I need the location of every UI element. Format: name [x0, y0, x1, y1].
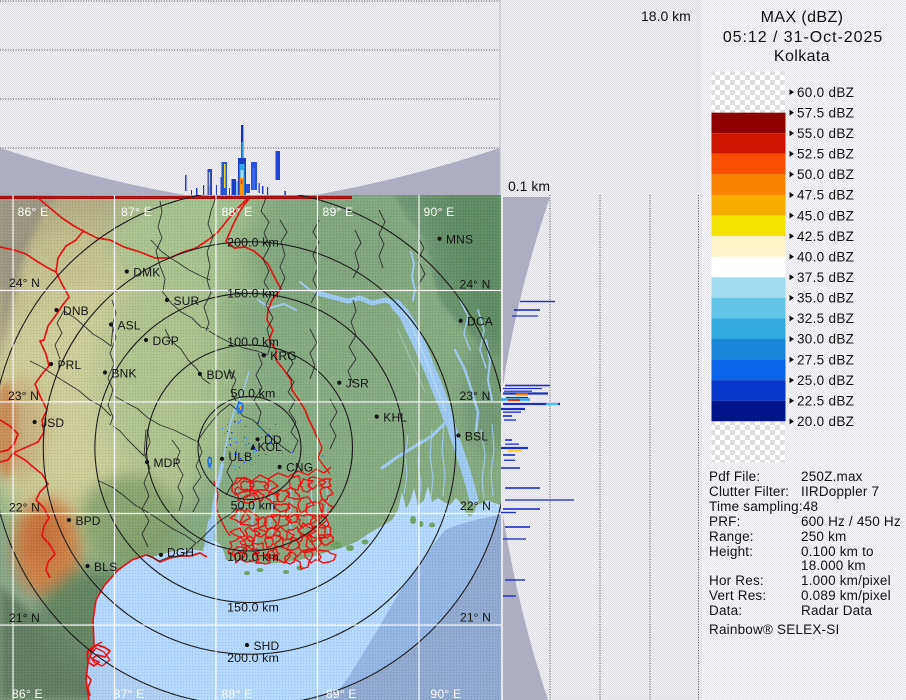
- svg-text:Hor Res:: Hor Res:: [709, 573, 764, 588]
- svg-text:50.0 dBZ: 50.0 dBZ: [797, 167, 854, 182]
- svg-text:27.5 dBZ: 27.5 dBZ: [797, 352, 854, 367]
- svg-text:18.000 km: 18.000 km: [801, 558, 866, 573]
- svg-text:42.5 dBZ: 42.5 dBZ: [797, 229, 854, 244]
- svg-text:60.0 dBZ: 60.0 dBZ: [797, 85, 854, 100]
- svg-text:PRF:: PRF:: [709, 514, 741, 529]
- svg-text:Clutter Filter:: Clutter Filter:: [709, 484, 789, 499]
- svg-text:0.1 km: 0.1 km: [508, 178, 550, 194]
- svg-text:22.5 dBZ: 22.5 dBZ: [797, 393, 854, 408]
- svg-text:Height:: Height:: [709, 544, 753, 559]
- svg-text:Time sampling:48: Time sampling:48: [709, 499, 818, 514]
- svg-text:1.000 km/pixel: 1.000 km/pixel: [801, 573, 891, 588]
- svg-text:32.5 dBZ: 32.5 dBZ: [797, 311, 854, 326]
- svg-text:250 km: 250 km: [801, 529, 846, 544]
- svg-text:37.5 dBZ: 37.5 dBZ: [797, 270, 854, 285]
- svg-text:40.0 dBZ: 40.0 dBZ: [797, 249, 854, 264]
- svg-text:25.0 dBZ: 25.0 dBZ: [797, 373, 854, 388]
- svg-text:Range:: Range:: [709, 529, 754, 544]
- svg-text:52.5 dBZ: 52.5 dBZ: [797, 147, 854, 162]
- svg-text:55.0 dBZ: 55.0 dBZ: [797, 126, 854, 141]
- svg-text:Vert Res:: Vert Res:: [709, 588, 766, 603]
- svg-text:20.0 dBZ: 20.0 dBZ: [797, 414, 854, 429]
- svg-text:Radar Data: Radar Data: [801, 603, 872, 618]
- svg-text:45.0 dBZ: 45.0 dBZ: [797, 208, 854, 223]
- svg-text:Pdf File:: Pdf File:: [709, 469, 760, 484]
- svg-text:250Z.max: 250Z.max: [801, 469, 863, 484]
- svg-text:57.5 dBZ: 57.5 dBZ: [797, 105, 854, 120]
- svg-text:05:12 / 31-Oct-2025: 05:12 / 31-Oct-2025: [723, 29, 883, 46]
- svg-text:18.0 km: 18.0 km: [641, 8, 691, 24]
- svg-text:0.100 km to: 0.100 km to: [801, 544, 874, 559]
- svg-text:30.0 dBZ: 30.0 dBZ: [797, 332, 854, 347]
- svg-text:Kolkata: Kolkata: [774, 48, 830, 65]
- svg-text:47.5 dBZ: 47.5 dBZ: [797, 188, 854, 203]
- svg-text:IIRDoppler 7: IIRDoppler 7: [801, 484, 879, 499]
- svg-text:0.089 km/pixel: 0.089 km/pixel: [801, 588, 891, 603]
- svg-text:MAX (dBZ): MAX (dBZ): [761, 9, 844, 26]
- svg-text:Rainbow® SELEX-SI: Rainbow® SELEX-SI: [709, 622, 839, 637]
- svg-text:35.0 dBZ: 35.0 dBZ: [797, 291, 854, 306]
- svg-text:Data:: Data:: [709, 603, 742, 618]
- svg-text:600 Hz / 450 Hz: 600 Hz / 450 Hz: [801, 514, 901, 529]
